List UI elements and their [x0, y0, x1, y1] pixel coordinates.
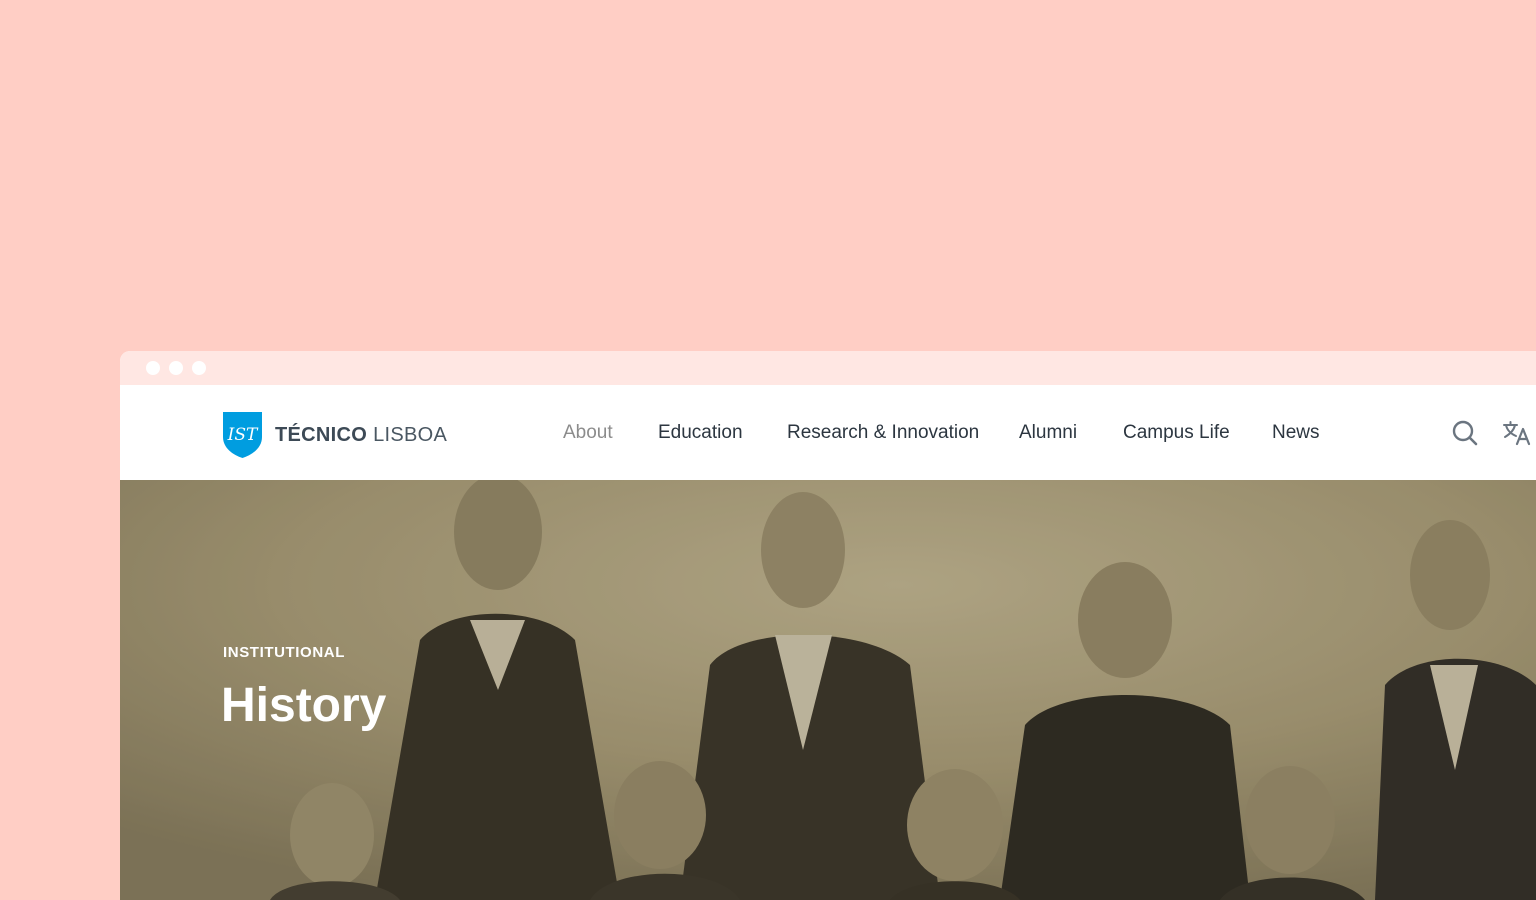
- nav-item-alumni[interactable]: Alumni: [1019, 421, 1077, 445]
- nav-item-campus-life[interactable]: Campus Life: [1123, 421, 1230, 445]
- brand-name: TÉCNICO LISBOA: [275, 424, 447, 447]
- site-logo[interactable]: IST TÉCNICO LISBOA: [222, 411, 447, 459]
- hero-kicker: INSTITUTIONAL: [223, 644, 345, 661]
- hero-banner: INSTITUTIONAL History: [120, 480, 1536, 900]
- search-icon: [1452, 420, 1478, 446]
- brand-name-bold: TÉCNICO: [275, 423, 368, 446]
- nav-item-research-innovation[interactable]: Research & Innovation: [787, 421, 979, 445]
- nav-item-about[interactable]: About: [563, 421, 613, 445]
- site-header: IST TÉCNICO LISBOA About Education Resear…: [120, 385, 1536, 480]
- window-dot-close[interactable]: [146, 361, 160, 375]
- shield-letters: IST: [227, 425, 259, 445]
- nav-item-education[interactable]: Education: [658, 421, 743, 445]
- window-dot-minimize[interactable]: [169, 361, 183, 375]
- ist-shield-icon: IST: [223, 412, 262, 458]
- nav-item-news[interactable]: News: [1272, 421, 1320, 445]
- brand-name-light: LISBOA: [373, 423, 448, 446]
- search-button[interactable]: [1451, 419, 1479, 447]
- browser-titlebar: [120, 351, 1536, 385]
- browser-window: IST TÉCNICO LISBOA About Education Resear…: [120, 351, 1536, 900]
- translate-icon: [1503, 421, 1531, 446]
- language-button[interactable]: [1502, 419, 1531, 447]
- page-title: History: [221, 679, 387, 732]
- window-dot-maximize[interactable]: [192, 361, 206, 375]
